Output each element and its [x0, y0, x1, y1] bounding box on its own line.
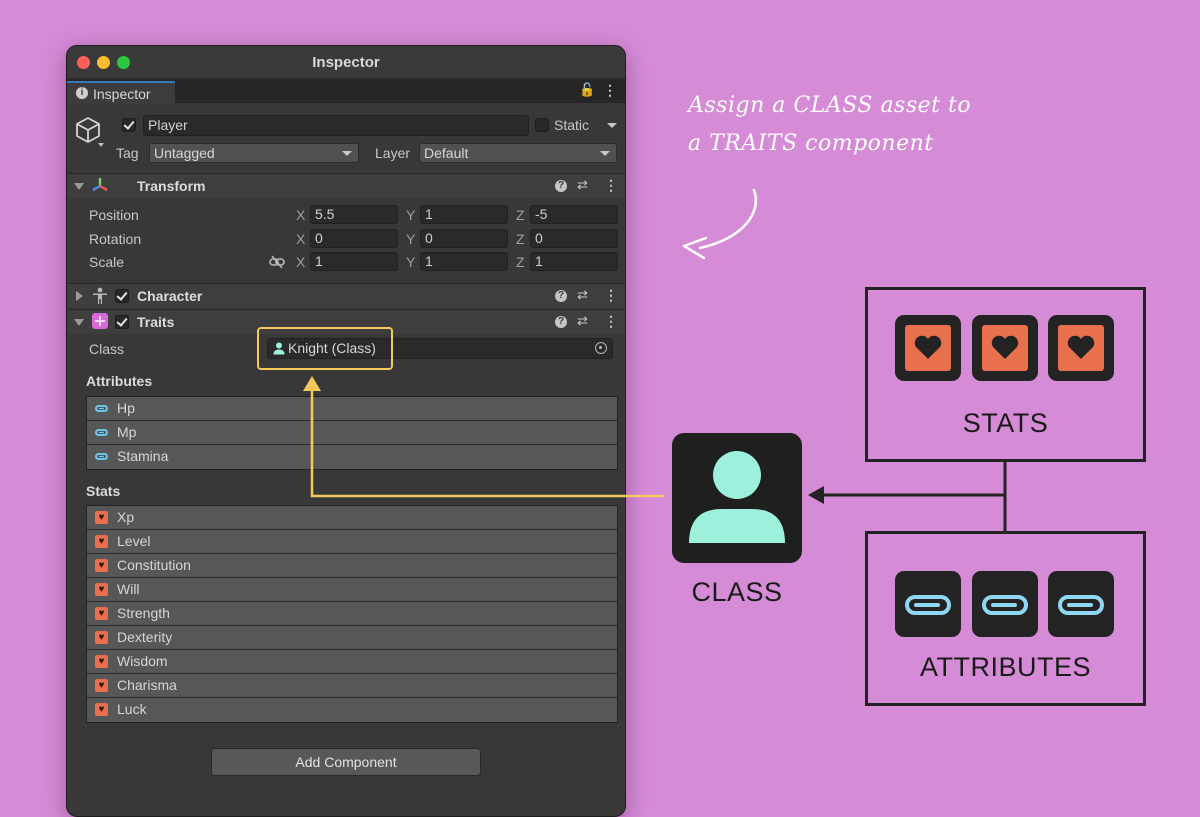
class-diagram-label: CLASS [691, 577, 783, 607]
annotation-line-1: Assign a CLASS asset to [688, 93, 972, 118]
stats-box: STATS [865, 287, 1146, 462]
attribute-tile [1048, 571, 1114, 637]
heart-icon [982, 325, 1028, 371]
stat-tile [1048, 315, 1114, 381]
pill-icon [982, 595, 1028, 615]
stat-tile [895, 315, 961, 381]
pill-icon [905, 595, 951, 615]
heart-icon [905, 325, 951, 371]
class-assign-arrow-line [310, 386, 664, 498]
heart-icon [1058, 325, 1104, 371]
attributes-box: ATTRIBUTES [865, 531, 1146, 706]
attribute-tile [972, 571, 1038, 637]
hand-drawn-arrow [698, 188, 758, 250]
stats-diagram-label: STATS [962, 408, 1049, 438]
arrow-head-icon [303, 376, 321, 391]
person-icon [689, 451, 785, 543]
pill-icon [1058, 595, 1104, 615]
annotation-line-2: a TRAITS component [688, 131, 934, 156]
attribute-tile [895, 571, 961, 637]
attributes-diagram-label: ATTRIBUTES [919, 652, 1091, 682]
arrow-head-icon [808, 486, 824, 504]
stat-tile [972, 315, 1038, 381]
class-tile [672, 433, 802, 563]
